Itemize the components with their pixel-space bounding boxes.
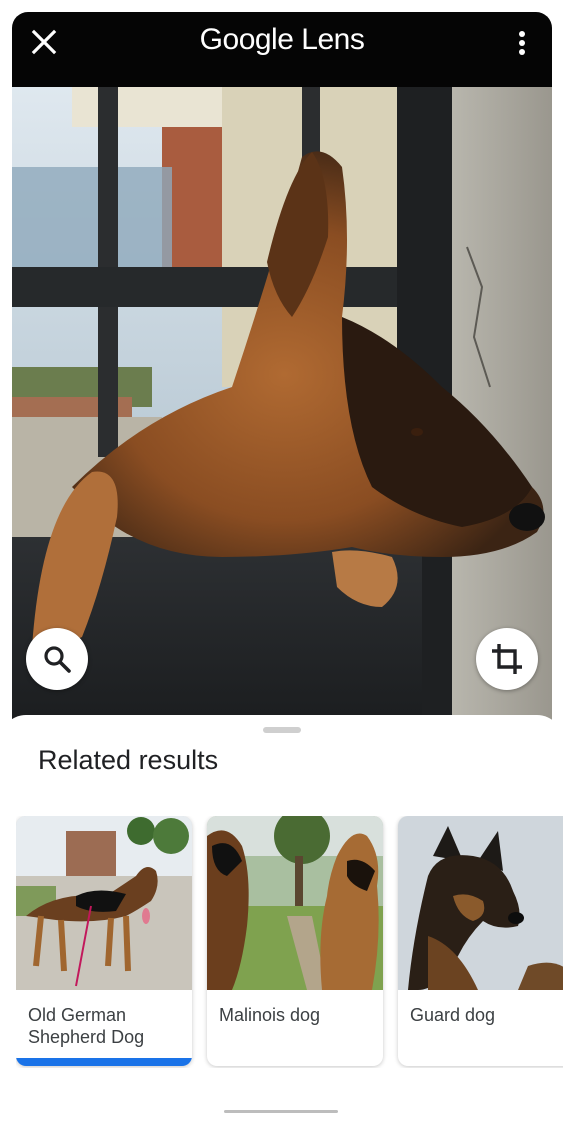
result-label: Old German Shepherd Dog <box>28 1005 145 1047</box>
results-carousel[interactable]: Old German Shepherd Dog Malinois dog Gua… <box>16 816 563 1068</box>
more-options-button[interactable] <box>516 29 528 57</box>
lens-screen: Google Lens Related results Old German S… <box>0 0 563 1125</box>
gesture-navigation-bar[interactable] <box>224 1110 338 1113</box>
result-card[interactable]: Old German Shepherd Dog <box>16 816 192 1066</box>
result-card[interactable]: Guard dog <box>398 816 563 1066</box>
title-product: Lens <box>301 23 365 56</box>
app-title: Google Lens <box>12 23 552 57</box>
top-app-bar: Google Lens <box>12 12 552 87</box>
title-brand: Google <box>199 23 294 56</box>
result-label: Guard dog <box>410 1005 496 1025</box>
more-vert-icon <box>519 31 525 55</box>
search-icon <box>44 646 71 673</box>
result-label: Malinois dog <box>219 1005 321 1025</box>
result-thumbnail <box>398 816 563 990</box>
result-thumbnail <box>16 816 192 990</box>
result-thumbnail <box>207 816 383 990</box>
crop-icon <box>492 644 522 674</box>
sheet-drag-handle[interactable] <box>263 727 301 733</box>
search-button[interactable] <box>26 628 88 690</box>
related-results-heading: Related results <box>38 745 219 775</box>
selected-indicator <box>16 1058 192 1066</box>
result-card[interactable]: Malinois dog <box>207 816 383 1066</box>
analyzed-photo[interactable] <box>12 87 552 727</box>
results-bottom-sheet[interactable]: Related results Old German Shepherd Dog … <box>0 715 563 1125</box>
crop-button[interactable] <box>476 628 538 690</box>
